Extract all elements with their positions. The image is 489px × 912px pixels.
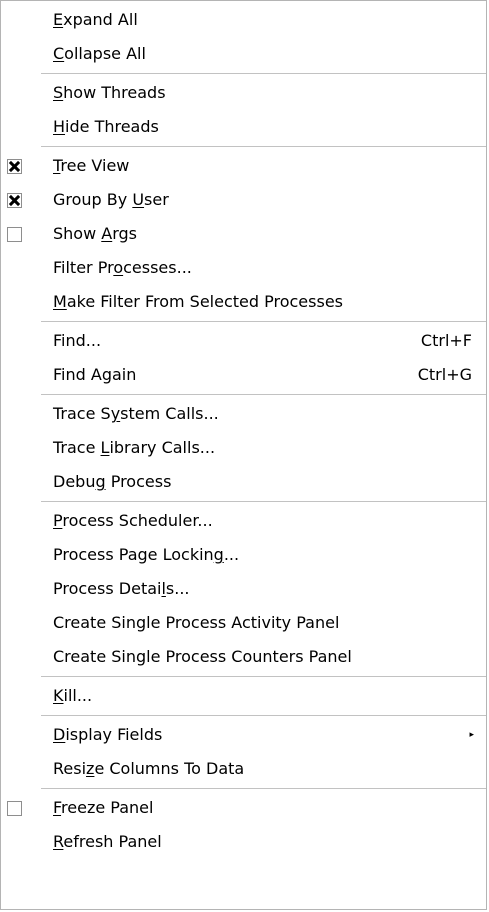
menu-separator [41,501,486,502]
menu-item-label: Process Details... [53,579,190,598]
menu-item-process-page-locking[interactable]: Process Page Locking... [1,538,486,572]
menu-item-label: Debug Process [53,472,172,491]
checkbox-unchecked-icon[interactable] [7,801,22,816]
menu-item-group-by-user[interactable]: Group By User [1,183,486,217]
checkbox-checked-icon[interactable] [7,159,22,174]
menu-item-debug-process[interactable]: Debug Process [1,465,486,499]
menu-item-kill[interactable]: Kill... [1,679,486,713]
menu-separator [41,73,486,74]
menu-item-label: Collapse All [53,44,146,63]
menu-item-label: Create Single Process Counters Panel [53,647,352,666]
menu-item-label: Expand All [53,10,138,29]
menu-item-create-single-process-activity-panel[interactable]: Create Single Process Activity Panel [1,606,486,640]
checkbox-unchecked-icon[interactable] [7,227,22,242]
menu-item-label: Hide Threads [53,117,159,136]
menu-separator [41,676,486,677]
menu-item-process-details[interactable]: Process Details... [1,572,486,606]
menu-separator [41,394,486,395]
menu-item-label: Process Scheduler... [53,511,213,530]
menu-separator [41,715,486,716]
context-menu: Expand All Collapse All Show Threads Hide T… [0,0,487,910]
menu-item-show-threads[interactable]: Show Threads [1,76,486,110]
menu-item-create-single-process-counters-panel[interactable]: Create Single Process Counters Panel [1,640,486,674]
menu-item-label: Group By User [53,190,169,209]
menu-item-filter-processes[interactable]: Filter Processes... [1,251,486,285]
menu-item-label: Filter Processes... [53,258,192,277]
menu-item-collapse-all[interactable]: Collapse All [1,37,486,71]
menu-item-label: Freeze Panel [53,798,154,817]
menu-item-expand-all[interactable]: Expand All [1,3,486,37]
menu-item-freeze-panel[interactable]: Freeze Panel [1,791,486,825]
menu-item-label: Refresh Panel [53,832,162,851]
menu-separator [41,788,486,789]
menu-item-label: Show Threads [53,83,166,102]
menu-separator [41,321,486,322]
menu-item-label: Display Fields [53,725,163,744]
menu-item-show-args[interactable]: Show Args [1,217,486,251]
menu-item-process-scheduler[interactable]: Process Scheduler... [1,504,486,538]
menu-item-label: Create Single Process Activity Panel [53,613,340,632]
menu-item-make-filter-from-selected-processes[interactable]: Make Filter From Selected Processes [1,285,486,319]
menu-item-label: Resize Columns To Data [53,759,245,778]
menu-item-label: Tree View [53,156,130,175]
menu-item-refresh-panel[interactable]: Refresh Panel [1,825,486,859]
menu-item-display-fields[interactable]: Display Fields ▸ [1,718,486,752]
menu-item-trace-system-calls[interactable]: Trace System Calls... [1,397,486,431]
menu-item-trace-library-calls[interactable]: Trace Library Calls... [1,431,486,465]
menu-item-shortcut: Ctrl+G [417,365,472,384]
menu-item-label: Process Page Locking... [53,545,240,564]
menu-item-label: Show Args [53,224,138,243]
menu-item-label: Trace System Calls... [53,404,219,423]
menu-item-label: Find... [53,331,102,350]
menu-item-label: Kill... [53,686,93,705]
menu-item-label: Trace Library Calls... [53,438,216,457]
submenu-arrow-icon: ▸ [469,730,474,740]
menu-separator [41,146,486,147]
menu-item-label: Make Filter From Selected Processes [53,292,343,311]
menu-item-find-again[interactable]: Find Again Ctrl+G [1,358,486,392]
menu-item-find[interactable]: Find... Ctrl+F [1,324,486,358]
menu-item-tree-view[interactable]: Tree View [1,149,486,183]
menu-item-shortcut: Ctrl+F [420,331,472,350]
menu-item-hide-threads[interactable]: Hide Threads [1,110,486,144]
menu-item-label: Find Again [53,365,137,384]
checkbox-checked-icon[interactable] [7,193,22,208]
menu-item-resize-columns-to-data[interactable]: Resize Columns To Data [1,752,486,786]
